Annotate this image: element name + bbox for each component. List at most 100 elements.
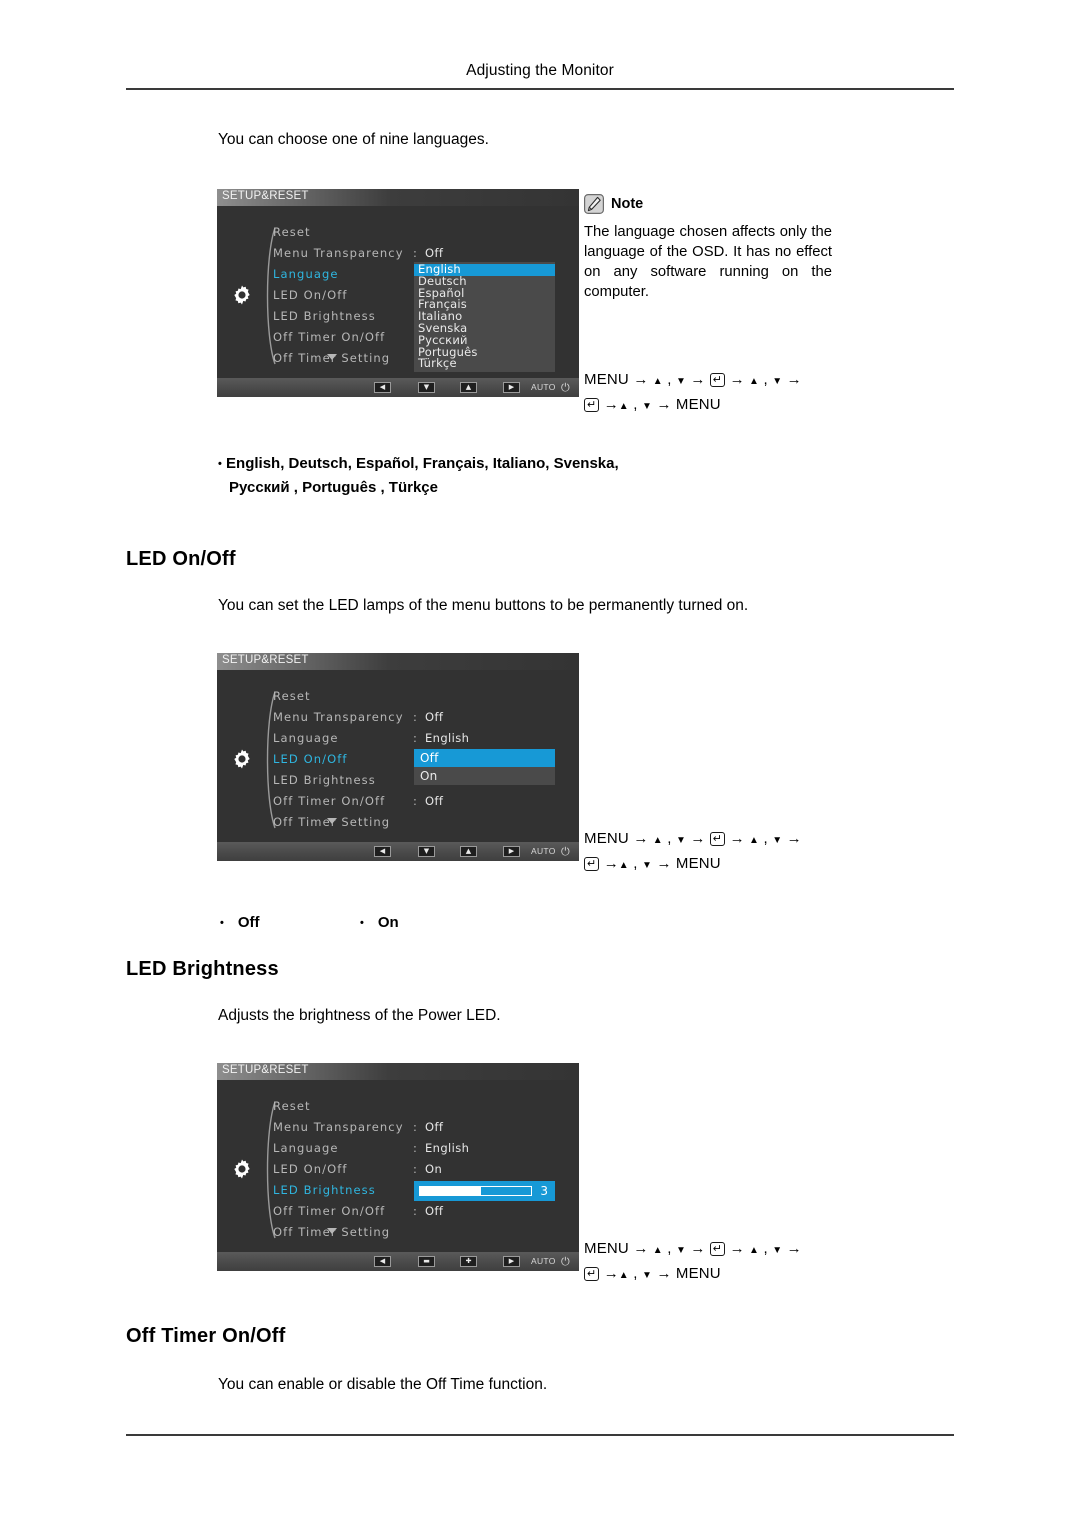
scroll-down-caret-icon[interactable] <box>327 818 337 824</box>
language-options-list: • English, Deutsch, Español, Français, I… <box>218 452 619 500</box>
osd-row[interactable]: Reset <box>273 222 573 243</box>
osd-row[interactable]: LED On/Off: On <box>273 1159 573 1180</box>
up-arrow-icon: ▲ <box>465 847 472 855</box>
down-triangle-icon: ▼ <box>675 1245 687 1256</box>
osd-row[interactable]: Reset <box>273 1096 573 1117</box>
dropdown-item-turkce[interactable]: Türkçe <box>414 358 555 370</box>
osd-row-value: Off <box>425 246 444 260</box>
osd-row[interactable]: Menu Transparency: Off <box>273 707 573 728</box>
osd-row[interactable]: Off Timer On/Off: Off <box>273 1201 573 1222</box>
slider-fill <box>420 1187 482 1195</box>
scroll-down-caret-icon[interactable] <box>327 354 337 360</box>
up-triangle-icon: ▲ <box>748 376 760 387</box>
heading-led-onoff: LED On/Off <box>126 548 236 570</box>
osd-button-left[interactable]: ◀ <box>374 846 391 857</box>
osd-row-colon: : <box>413 1120 418 1134</box>
osd-button-down[interactable]: ▼ <box>418 382 435 393</box>
right-arrow-icon: ▶ <box>508 1257 515 1265</box>
arrow-icon: → <box>690 830 706 847</box>
osd-row-label: Language <box>273 1141 339 1155</box>
osd-button-up[interactable]: ▲ <box>460 382 477 393</box>
osd-button-plus[interactable]: ✚ <box>460 1256 477 1267</box>
osd-row-label: Reset <box>273 225 311 239</box>
option-led-off: • Off <box>220 914 260 931</box>
osd-row-colon: : <box>413 731 418 745</box>
left-arrow-icon: ◀ <box>379 383 386 391</box>
enter-key-icon: ↵ <box>709 832 726 846</box>
osd-button-minus[interactable]: ▬ <box>418 1256 435 1267</box>
navigation-sequence-led-onoff: MENU → ▲ , ▼ → ↵ → ▲ , ▼ → ↵ →▲ , ▼ → ME… <box>584 830 802 872</box>
option-label: On <box>377 914 399 931</box>
osd-button-left[interactable]: ◀ <box>374 382 391 393</box>
osd-button-down[interactable]: ▼ <box>418 846 435 857</box>
osd-row[interactable]: Menu Transparency: Off <box>273 1117 573 1138</box>
osd-auto-label[interactable]: AUTO <box>531 1256 556 1266</box>
led-onoff-dropdown[interactable]: Off On <box>414 749 555 785</box>
osd-row-label: Language <box>273 267 339 281</box>
osd-button-right[interactable]: ▶ <box>503 846 520 857</box>
language-intro-text: You can choose one of nine languages. <box>218 131 489 148</box>
arrow-icon: → <box>633 1240 649 1257</box>
language-dropdown[interactable]: English Deutsch Español Français Italian… <box>414 262 555 373</box>
arrow-icon: → <box>690 371 706 388</box>
osd-row[interactable]: Menu Transparency: Off <box>273 243 573 264</box>
language-options-line2: Русский , Português , Türkçe <box>229 479 438 497</box>
osd-row-colon: : <box>413 1204 418 1218</box>
osd-row-label: Reset <box>273 689 311 703</box>
osd-row-label: LED On/Off <box>273 1162 348 1176</box>
osd-row-label: LED On/Off <box>273 752 348 766</box>
osd-button-right[interactable]: ▶ <box>503 382 520 393</box>
osd-row[interactable]: Off Timer On/Off: Off <box>273 791 573 812</box>
enter-key-icon: ↵ <box>584 857 600 871</box>
down-triangle-icon: ▼ <box>772 835 783 846</box>
option-label: Off <box>237 914 260 931</box>
led-onoff-description: You can set the LED lamps of the menu bu… <box>218 597 749 614</box>
osd-row-label: Menu Transparency <box>273 710 404 724</box>
osd-auto-label[interactable]: AUTO <box>531 846 556 856</box>
gear-icon <box>231 1158 253 1180</box>
gear-icon <box>231 284 253 306</box>
osd-row[interactable]: Reset <box>273 686 573 707</box>
power-icon[interactable]: ⏻ <box>561 381 570 394</box>
down-triangle-icon: ▼ <box>642 860 653 871</box>
up-triangle-icon: ▲ <box>748 835 760 846</box>
nav-menu-label: MENU <box>675 396 721 413</box>
osd-row-label: Menu Transparency <box>273 246 404 260</box>
down-triangle-icon: ▼ <box>772 1245 783 1256</box>
scroll-down-caret-icon[interactable] <box>327 1228 337 1234</box>
arrow-icon: → <box>729 1240 745 1257</box>
up-arrow-icon: ▲ <box>465 383 472 391</box>
osd-row-value: Off <box>425 1204 444 1218</box>
down-triangle-icon: ▼ <box>772 376 783 387</box>
heading-led-brightness: LED Brightness <box>126 958 279 980</box>
left-arrow-icon: ◀ <box>379 847 386 855</box>
power-icon[interactable]: ⏻ <box>561 845 570 858</box>
osd-button-up[interactable]: ▲ <box>460 846 477 857</box>
slider-value: 3 <box>540 1184 548 1198</box>
osd-row-colon: : <box>413 1162 418 1176</box>
arrow-icon: → <box>656 396 672 413</box>
note-text: The language chosen affects only the lan… <box>584 224 832 300</box>
osd-row[interactable]: Language: English <box>273 1138 573 1159</box>
enter-key-icon: ↵ <box>584 398 600 412</box>
osd-row[interactable]: Off Timer Setting <box>273 812 573 833</box>
dropdown-item-off[interactable]: Off <box>414 749 555 767</box>
led-brightness-slider[interactable]: 3 <box>414 1181 555 1201</box>
osd-body: Reset Menu Transparency: Off Language: LE… <box>217 206 579 378</box>
power-icon[interactable]: ⏻ <box>561 1255 570 1268</box>
osd-auto-label[interactable]: AUTO <box>531 382 556 392</box>
osd-row[interactable]: Off Timer Setting <box>273 1222 573 1243</box>
osd-row-label: LED Brightness <box>273 309 376 323</box>
arrow-icon: → <box>656 855 672 872</box>
dropdown-item-on[interactable]: On <box>414 767 555 785</box>
arrow-icon: → <box>656 1265 672 1282</box>
slider-track[interactable] <box>419 1186 533 1196</box>
osd-row-label: LED On/Off <box>273 288 348 302</box>
osd-button-right[interactable]: ▶ <box>503 1256 520 1267</box>
down-triangle-icon: ▼ <box>642 1270 653 1281</box>
osd-button-left[interactable]: ◀ <box>374 1256 391 1267</box>
arrow-icon: → <box>786 830 802 847</box>
up-triangle-icon: ▲ <box>652 835 663 846</box>
arrow-icon: → <box>786 371 802 388</box>
osd-row[interactable]: Language: English <box>273 728 573 749</box>
